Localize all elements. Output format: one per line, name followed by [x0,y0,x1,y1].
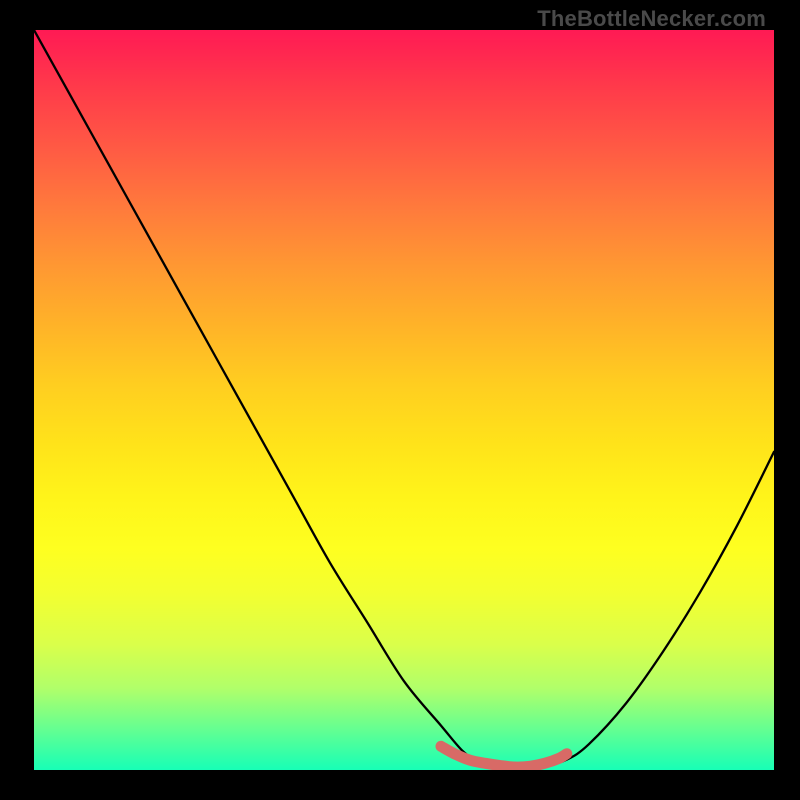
chart-svg [34,30,774,770]
watermark-text: TheBottleNecker.com [537,6,766,32]
bottleneck-curve-line [34,30,774,767]
plot-area [34,30,774,770]
chart-container: TheBottleNecker.com [0,0,800,800]
